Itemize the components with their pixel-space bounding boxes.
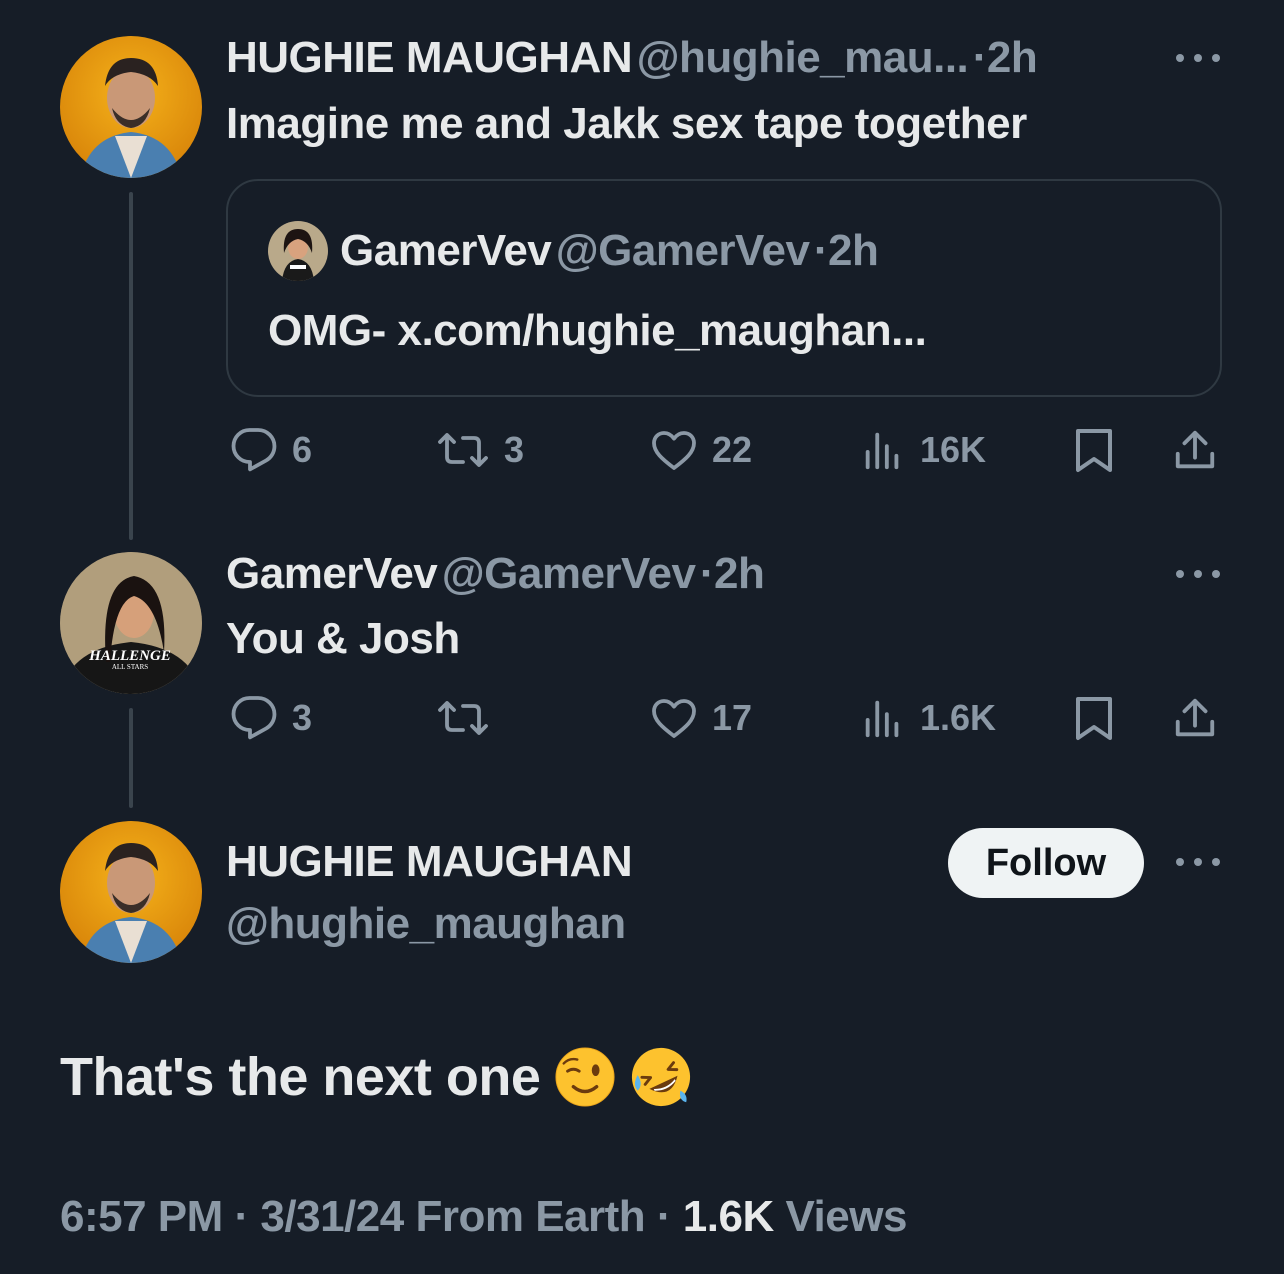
main-views-label: Views <box>785 1192 907 1241</box>
tweet1-share-button[interactable] <box>1172 426 1218 474</box>
bookmark-icon <box>1076 429 1112 472</box>
quoted-tweet[interactable]: GamerVev @GamerVev ·2h OMG- x.com/hughie… <box>226 179 1222 397</box>
avatar-hughie-main[interactable] <box>60 821 202 963</box>
views-icon <box>865 432 899 470</box>
quote-header: GamerVev @GamerVev ·2h <box>340 225 879 287</box>
tweet2-author-handle[interactable]: @GamerVev <box>442 549 696 598</box>
tweet1-view-count: 16K <box>920 429 987 470</box>
main-location: From Earth <box>415 1192 646 1241</box>
tweet2-reply-button[interactable]: 3 <box>230 694 312 742</box>
reply-icon <box>231 696 277 740</box>
tweet1-time[interactable]: 2h <box>987 33 1038 82</box>
tweet1-like-button[interactable]: 22 <box>650 426 752 474</box>
tweet2-time[interactable]: 2h <box>714 549 765 598</box>
tweet1-separator: · <box>972 33 988 82</box>
tweet1-views-button[interactable]: 16K <box>860 426 986 474</box>
quote-time: 2h <box>828 226 879 275</box>
main-date[interactable]: 3/31/24 <box>260 1192 404 1241</box>
tweet1-header: HUGHIE MAUGHAN @hughie_mau... ·2h <box>226 32 1038 94</box>
tweet1-bookmark-button[interactable] <box>1072 426 1116 474</box>
avatar-hughie[interactable] <box>60 36 202 178</box>
tweet1-repost-button[interactable]: 3 <box>436 426 524 474</box>
main-author-name[interactable]: HUGHIE MAUGHAN <box>226 837 633 886</box>
repost-icon <box>438 701 488 735</box>
tweet1-text: Imagine me and Jakk sex tape together <box>226 99 1027 148</box>
tweet2-views-button[interactable]: 1.6K <box>860 694 996 742</box>
views-icon <box>865 700 899 738</box>
tweet1-reply-button[interactable]: 6 <box>230 426 312 474</box>
tweet2-separator: · <box>699 549 715 598</box>
tweet2-header: GamerVev @GamerVev ·2h <box>226 548 765 610</box>
tweet2-reply-count: 3 <box>292 697 313 738</box>
main-tweet-text-row: That's the next one <box>60 1046 692 1108</box>
bookmark-icon <box>1076 697 1112 740</box>
tweet2-more-icon[interactable] <box>1176 568 1220 580</box>
tweet1-reply-count: 6 <box>292 429 313 470</box>
quote-author-handle: @GamerVev <box>555 226 810 275</box>
main-views-count[interactable]: 1.6K <box>683 1192 774 1241</box>
tweet2-text: You & Josh <box>226 614 460 663</box>
shirt-logo-subtext: ALL STARS <box>112 663 148 671</box>
winking-face-emoji <box>555 1047 615 1107</box>
tweet2-bookmark-button[interactable] <box>1072 694 1116 742</box>
tweet2-share-button[interactable] <box>1172 694 1218 742</box>
tweet2-like-button[interactable]: 17 <box>650 694 752 742</box>
tweet2-view-count: 1.6K <box>920 697 997 738</box>
tweet1-author-name[interactable]: HUGHIE MAUGHAN <box>226 33 633 82</box>
main-tweet-text: That's the next one <box>60 1047 541 1107</box>
shirt-logo-text: HALLENGE <box>88 648 171 664</box>
main-time[interactable]: 6:57 PM <box>60 1192 223 1241</box>
heart-icon <box>652 431 696 470</box>
tweet1-more-icon[interactable] <box>1176 52 1220 64</box>
tweet1-repost-count: 3 <box>504 429 525 470</box>
quote-author-name: GamerVev <box>340 226 552 275</box>
tweet1-author-handle[interactable]: @hughie_mau... <box>637 33 969 82</box>
share-icon <box>1175 698 1215 737</box>
main-author-handle-row: @hughie_maughan <box>226 898 626 960</box>
quote-avatar <box>268 221 328 281</box>
thread-line <box>129 708 133 808</box>
repost-icon <box>438 433 488 467</box>
footer-separator: · <box>234 1192 250 1241</box>
tweet-meta-footer: 6:57 PM · 3/31/24 From Earth · 1.6K View… <box>60 1192 907 1242</box>
tweet1-like-count: 22 <box>712 429 753 470</box>
quote-separator: · <box>813 226 829 275</box>
quote-text: OMG- x.com/hughie_maughan... <box>268 306 927 355</box>
reply-icon <box>231 428 277 472</box>
thread-line <box>129 192 133 540</box>
main-author-name-row: HUGHIE MAUGHAN <box>226 836 633 898</box>
tweet2-author-name[interactable]: GamerVev <box>226 549 438 598</box>
rolling-laughing-emoji <box>632 1047 691 1107</box>
follow-button[interactable]: Follow <box>948 828 1144 898</box>
main-more-icon[interactable] <box>1176 856 1220 868</box>
heart-icon <box>652 699 696 738</box>
share-icon <box>1175 430 1215 469</box>
avatar-gamervev[interactable]: HALLENGE ALL STARS <box>60 552 202 694</box>
footer-separator: · <box>656 1192 672 1241</box>
tweet2-like-count: 17 <box>712 697 753 738</box>
main-author-handle[interactable]: @hughie_maughan <box>226 899 626 948</box>
tweet2-repost-button[interactable] <box>436 694 504 742</box>
